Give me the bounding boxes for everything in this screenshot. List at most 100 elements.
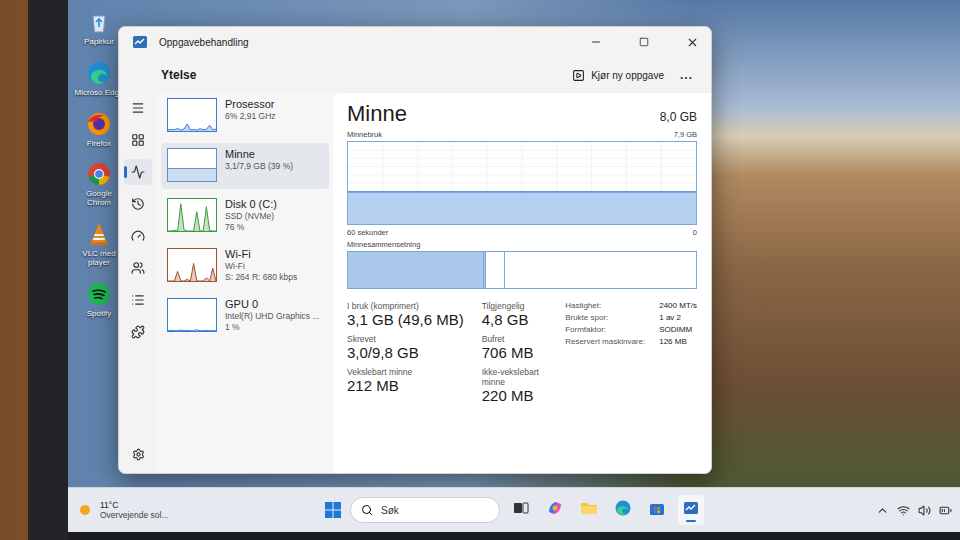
- menu-icon: [131, 101, 145, 115]
- nav-rail-button[interactable]: [124, 319, 152, 345]
- spec-label: Reservert maskinvare:: [565, 337, 645, 346]
- users-icon: [131, 261, 145, 275]
- stat-value: 220 MB: [482, 387, 545, 404]
- minimize-icon: [590, 36, 602, 48]
- run-task-icon: [572, 69, 585, 82]
- performance-item[interactable]: GPU 0Intel(R) UHD Graphics ...1 %: [161, 293, 329, 339]
- stat-label: Skrevet: [347, 334, 464, 344]
- firefox-icon: [85, 110, 113, 138]
- nav-rail-button[interactable]: [124, 127, 152, 153]
- desktop-icon-label: VLC med player: [74, 250, 124, 268]
- task-view-icon: [512, 499, 530, 517]
- performance-item-name: Wi-Fi: [225, 248, 297, 260]
- maximize-icon: [639, 37, 649, 47]
- taskbar-app[interactable]: [542, 495, 568, 525]
- taskbar-app[interactable]: [644, 495, 670, 525]
- stat-value: 4,8 GB: [482, 311, 545, 328]
- stat-value: 706 MB: [482, 344, 545, 361]
- file-explorer-icon: [580, 499, 598, 517]
- performance-item-detail: Intel(R) UHD Graphics ...: [225, 311, 319, 321]
- nav-rail-button[interactable]: [124, 223, 152, 249]
- chart-title: Minnebruk: [347, 130, 382, 139]
- nav-rail-button[interactable]: [124, 159, 152, 185]
- nav-rail-button[interactable]: [124, 287, 152, 313]
- performance-item[interactable]: Disk 0 (C:)SSD (NVMe)76 %: [161, 193, 329, 239]
- desktop-icon-label: Spotify: [74, 310, 124, 319]
- close-button[interactable]: [673, 27, 711, 57]
- chevron-up-icon[interactable]: [876, 504, 889, 517]
- spotify-icon: [85, 280, 113, 308]
- desktop-icon[interactable]: Firefox: [74, 110, 124, 149]
- desktop-icon-label: Firefox: [74, 140, 124, 149]
- desktop-icon[interactable]: VLC med player: [74, 220, 124, 268]
- composition-segment[interactable]: [505, 252, 696, 288]
- performance-item-detail: 3,1/7,9 GB (39 %): [225, 161, 293, 171]
- windows-start-icon[interactable]: [324, 501, 342, 519]
- stat-label: Tilgjengelig: [482, 301, 545, 311]
- photo-scene: Papirkur Microso Edge Firefox Google Chrom V…: [0, 0, 960, 540]
- stat-label: Ikke-vekslebart minne: [482, 367, 545, 387]
- taskbar: 11°COvervejende sol... Søk: [68, 487, 960, 532]
- composition-title: Minnesammensetning: [347, 240, 420, 249]
- stat: Bufret706 MB: [482, 334, 545, 361]
- stat: I bruk (komprimert)3,1 GB (49,6 MB): [347, 301, 464, 328]
- nav-rail-button[interactable]: [124, 95, 152, 121]
- stat-value: 3,1 GB (49,6 MB): [347, 311, 464, 328]
- performance-item-detail: SSD (NVMe): [225, 211, 277, 221]
- memory-header: Minne8,0 GB: [347, 101, 697, 127]
- window-title: Oppgavebehandling: [159, 37, 567, 48]
- nav-rail-button[interactable]: [124, 255, 152, 281]
- performance-item[interactable]: Minne3,1/7,9 GB (39 %): [161, 143, 329, 189]
- stat: Vekslebart minne212 MB: [347, 367, 464, 404]
- run-task-button[interactable]: Kjør ny oppgave: [564, 65, 672, 86]
- table-surface: [0, 0, 28, 540]
- composition-segment[interactable]: [486, 252, 505, 288]
- desktop-icon-label: Google Chrom: [74, 190, 124, 208]
- performance-item-detail: 6% 2,91 GHz: [225, 111, 276, 121]
- composition-segment[interactable]: [348, 252, 484, 288]
- memory-usage-chart: [347, 141, 697, 225]
- edge-icon: [614, 499, 632, 517]
- startup-icon: [131, 229, 145, 243]
- desktop-icon[interactable]: Microso Edge: [74, 59, 124, 98]
- search-field[interactable]: Søk: [350, 497, 500, 523]
- memory-panel: Minne8,0 GB Minnebruk 7,9 GB 60 sekunder0 Mi…: [333, 93, 711, 473]
- spec-value: 2400 MT/s: [659, 301, 697, 310]
- details-icon: [131, 293, 145, 307]
- performance-item-name: Minne: [225, 148, 293, 160]
- nav-rail-button[interactable]: [124, 191, 152, 217]
- weather-desc: Overvejende sol...: [100, 510, 169, 520]
- minimize-button[interactable]: [577, 27, 615, 57]
- stat-value: 3,0/9,8 GB: [347, 344, 464, 361]
- desktop-icon[interactable]: Papirkur: [74, 8, 124, 47]
- performance-item-text: Prosessor6% 2,91 GHz: [225, 98, 276, 121]
- performance-item-text: Minne3,1/7,9 GB (39 %): [225, 148, 293, 171]
- running-indicator: [686, 520, 696, 522]
- volume-icon[interactable]: [918, 504, 931, 517]
- composition-labels: Minnesammensetning: [347, 240, 697, 249]
- taskbar-app[interactable]: [610, 495, 636, 525]
- nav-rail: [119, 93, 157, 473]
- desktop-icon[interactable]: Google Chrom: [74, 160, 124, 208]
- weather-widget[interactable]: 11°COvervejende sol...: [76, 500, 324, 520]
- wifi-icon[interactable]: [897, 504, 910, 517]
- mini-chart: [167, 298, 217, 332]
- settings-button[interactable]: [132, 447, 145, 473]
- desktop-icon[interactable]: Spotify: [74, 280, 124, 319]
- stat-label: Vekslebart minne: [347, 367, 464, 377]
- performance-item[interactable]: Prosessor6% 2,91 GHz: [161, 93, 329, 139]
- taskbar-app[interactable]: [576, 495, 602, 525]
- performance-item[interactable]: Wi-FiWi-FiS: 264 R: 680 kbps: [161, 243, 329, 289]
- sun-icon: [76, 501, 94, 519]
- spec-label: Brukte spor:: [565, 313, 645, 322]
- taskbar-app[interactable]: [678, 495, 704, 525]
- weather-text: 11°COvervejende sol...: [100, 500, 169, 520]
- task-manager-icon: [682, 499, 700, 517]
- taskbar-center: Søk: [324, 495, 704, 525]
- chart-axis: 60 sekunder0: [347, 228, 697, 237]
- chart-max: 7,9 GB: [674, 130, 697, 139]
- taskbar-app[interactable]: [508, 495, 534, 525]
- battery-icon[interactable]: [939, 504, 952, 517]
- more-button[interactable]: ...: [672, 66, 701, 84]
- maximize-button[interactable]: [625, 27, 663, 57]
